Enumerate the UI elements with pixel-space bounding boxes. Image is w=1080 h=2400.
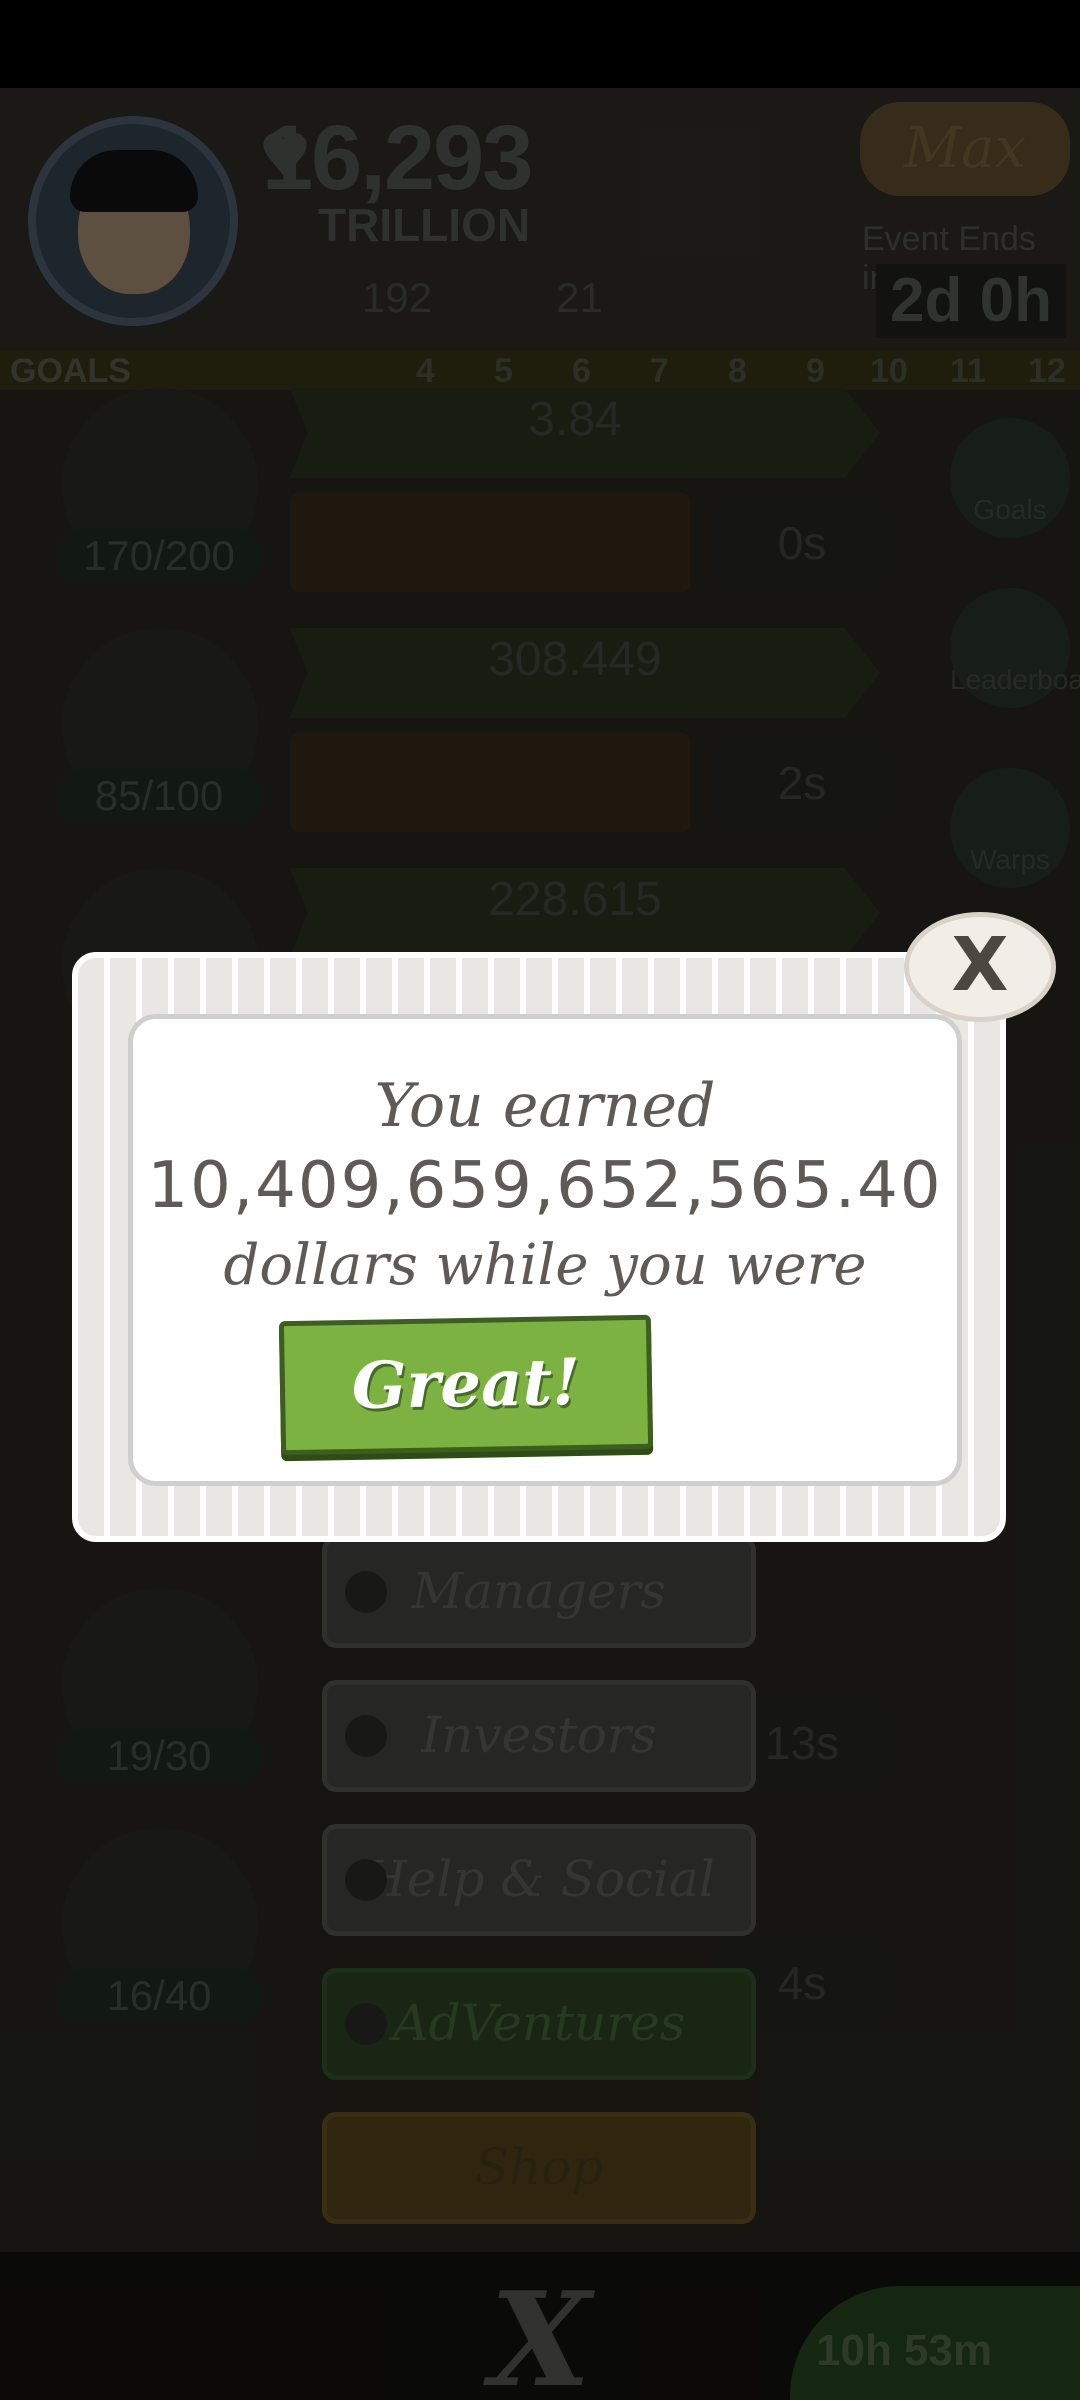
goal-number: 6 [572, 352, 591, 390]
goal-number: 11 [950, 352, 986, 390]
goals-icon[interactable]: Goals [950, 418, 1070, 538]
leaderboard-icon[interactable]: Leaderboard [950, 588, 1080, 708]
goal-number: 9 [806, 352, 825, 390]
business-time: 0s [712, 498, 892, 588]
menu-close-button[interactable]: X [490, 2263, 591, 2400]
business-count: 170/200 [56, 528, 262, 584]
managers-label: Managers [411, 1562, 667, 1620]
goals-label: GOALS [10, 352, 131, 390]
goal-number: 4 [416, 352, 435, 390]
megabucks-count: 21 [556, 274, 603, 321]
business-revenue: 228.615 [488, 873, 662, 926]
avatar[interactable] [28, 116, 238, 326]
business-revenue: 308.449 [488, 633, 662, 686]
shop-button[interactable]: Shop [322, 2112, 756, 2224]
goals-bar[interactable] [0, 350, 1080, 390]
business-row: 170/200 3.84 0s [0, 388, 1080, 628]
adventures-label: AdVentures [392, 1994, 686, 2052]
adventures-button[interactable]: AdVentures [322, 1968, 756, 2080]
business-row: 85/100 308.449 2s [0, 628, 1080, 868]
radio-dot [345, 1571, 387, 1613]
header: ♥ 16,293 TRILLION 192 21 Max Event Ends … [0, 88, 1080, 350]
goal-number: 10 [870, 352, 908, 390]
business-revenue: 3.84 [528, 393, 622, 446]
managers-button[interactable]: Managers [322, 1536, 756, 1648]
dialog-close-button[interactable]: X [904, 912, 1056, 1022]
dialog-line-1: You earned [374, 1071, 716, 1141]
max-button[interactable]: Max [860, 102, 1070, 196]
help-social-button[interactable]: Help & Social [322, 1824, 756, 1936]
great-button[interactable]: Great! [278, 1314, 654, 1456]
business-count: 16/40 [56, 1968, 262, 2024]
warps-icon[interactable]: Warps [950, 768, 1070, 888]
radio-dot [345, 2003, 387, 2045]
event-timer: 2d 0h [876, 264, 1066, 338]
avatar-hair [70, 150, 198, 212]
business-time: 2s [712, 738, 892, 828]
goal-number: 7 [650, 352, 669, 390]
buy-button[interactable] [290, 732, 690, 832]
buy-button[interactable] [290, 492, 690, 592]
business-count: 85/100 [56, 768, 262, 824]
goal-number: 5 [494, 352, 513, 390]
goal-number: 8 [728, 352, 747, 390]
money-unit: TRILLION [318, 199, 531, 251]
offline-earnings-dialog: You earned 10,409,659,652,565.40 dollars… [72, 952, 1006, 1542]
offline-earnings-amount: 10,409,659,652,565.40 [147, 1149, 943, 1223]
goal-number: 12 [1028, 352, 1066, 390]
investors-label: Investors [421, 1706, 657, 1764]
business-count: 19/30 [56, 1728, 262, 1784]
help-social-label: Help & Social [363, 1850, 715, 1908]
gold-count: 192 [362, 274, 433, 321]
radio-dot [345, 1715, 387, 1757]
money-value: 16,293 [262, 107, 533, 209]
investors-button[interactable]: Investors [322, 1680, 756, 1792]
status-bar [0, 0, 1080, 88]
shop-label: Shop [474, 2138, 604, 2196]
radio-dot [345, 1859, 387, 1901]
